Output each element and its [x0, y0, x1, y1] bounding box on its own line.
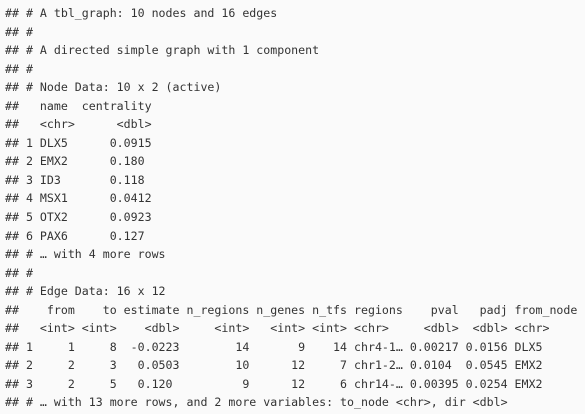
output-line-node-row-3: ## 3 ID3 0.118: [5, 172, 145, 187]
output-line-graph-description: ## # A directed simple graph with 1 comp…: [5, 43, 320, 58]
output-line-edge-row-1: ## 1 1 8 -0.0223 14 9 14 chr4-1… 0.00217…: [5, 339, 543, 354]
output-line-node-column-types: ## <chr> <dbl>: [5, 117, 152, 132]
r-console-output: ## # A tbl_graph: 10 nodes and 16 edges …: [0, 0, 585, 414]
output-line-comment-blank-1: ## #: [5, 24, 33, 39]
output-line-edge-column-names: ## from to estimate n_regions n_genes n_…: [5, 302, 578, 317]
output-line-node-data-header: ## # Node Data: 10 x 2 (active): [5, 80, 222, 95]
output-line-graph-header: ## # A tbl_graph: 10 nodes and 16 edges: [5, 6, 278, 20]
output-line-node-row-1: ## 1 DLX5 0.0915: [5, 135, 152, 150]
output-line-edge-row-3: ## 3 2 5 0.120 9 12 6 chr14-… 0.00395 0.…: [5, 376, 543, 391]
output-line-edge-row-2: ## 2 2 3 0.0503 10 12 7 chr1-2… 0.0104 0…: [5, 358, 543, 373]
output-line-edge-column-types: ## <int> <int> <dbl> <int> <int> <int> <…: [5, 321, 550, 336]
output-line-node-row-5: ## 5 OTX2 0.0923: [5, 210, 152, 225]
output-line-comment-blank-3: ## #: [5, 265, 33, 280]
output-line-node-row-2: ## 2 EMX2 0.180: [5, 154, 145, 169]
output-line-edge-data-header: ## # Edge Data: 16 x 12: [5, 284, 166, 299]
output-line-node-row-4: ## 4 MSX1 0.0412: [5, 191, 152, 206]
output-line-edge-more-rows: ## # … with 13 more rows, and 2 more var…: [5, 395, 508, 410]
output-line-comment-blank-2: ## #: [5, 61, 33, 76]
output-line-node-column-names: ## name centrality: [5, 98, 152, 113]
output-line-node-row-6: ## 6 PAX6 0.127: [5, 228, 145, 243]
output-line-node-more-rows: ## # … with 4 more rows: [5, 247, 166, 262]
